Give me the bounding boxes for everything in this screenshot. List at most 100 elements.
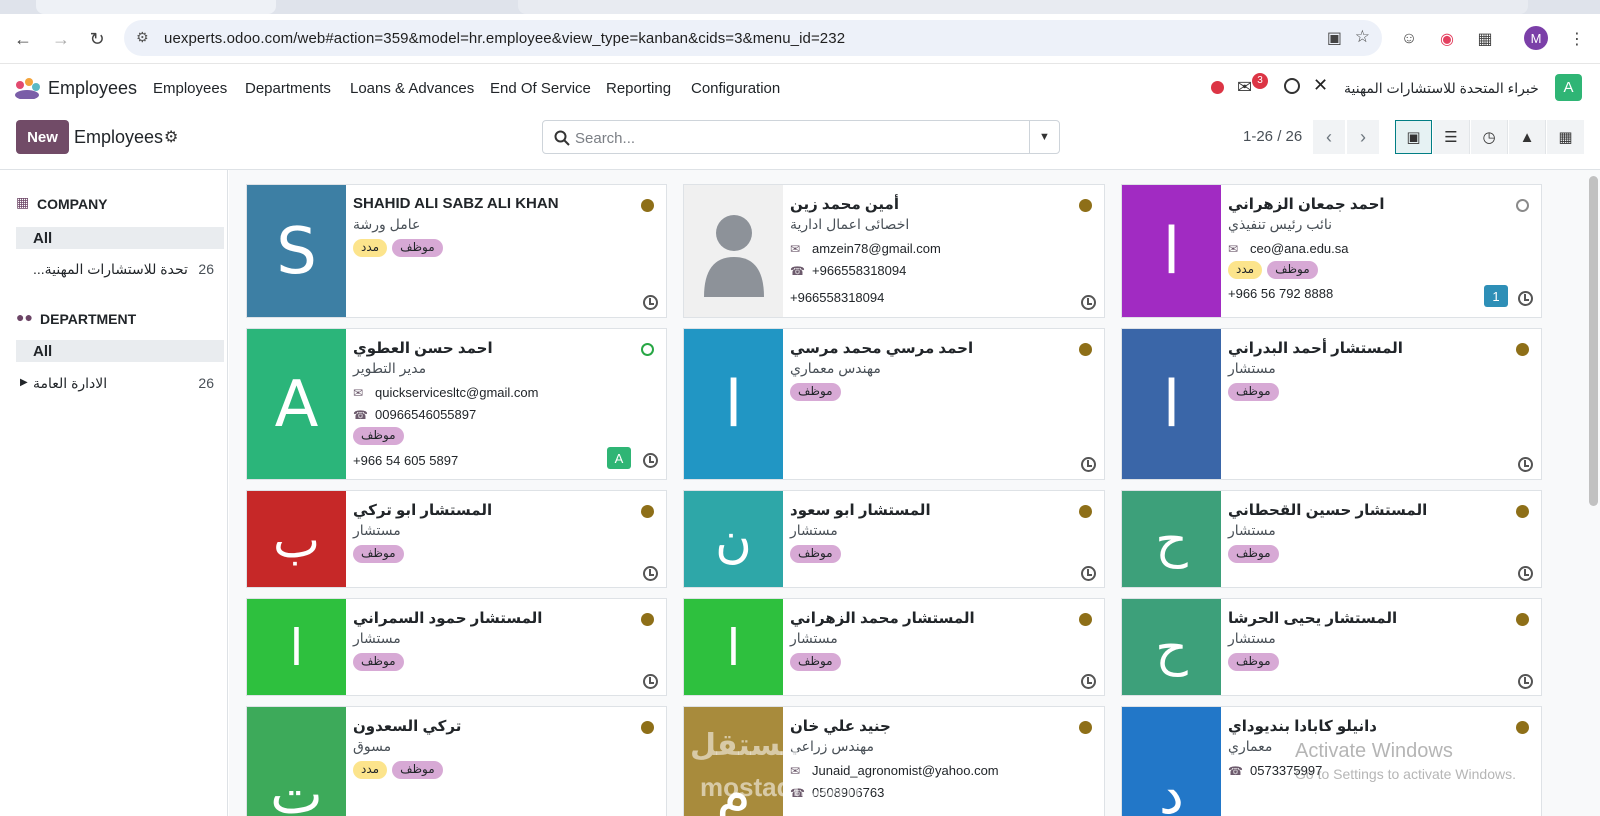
employee-card[interactable]: ن المستشار ابو سعود مستشار موظف bbox=[683, 490, 1105, 588]
reload-icon[interactable]: ↻ bbox=[86, 28, 108, 50]
recording-status-icon[interactable] bbox=[1211, 81, 1224, 94]
employee-name: جنيد علي خان bbox=[790, 718, 891, 735]
messages-icon[interactable]: ✉ bbox=[1237, 77, 1252, 98]
presence-status-icon bbox=[1079, 343, 1092, 356]
search-panel-sidebar: ▦ COMPANY All ...تحدة للاستشارات المهنية… bbox=[0, 170, 228, 816]
install-app-icon[interactable]: ▣ bbox=[1327, 28, 1342, 48]
employee-card[interactable]: ا المستشار حمود السمراني مستشار موظف bbox=[246, 598, 667, 696]
graph-view-button[interactable]: ▲ bbox=[1509, 120, 1546, 154]
employee-card[interactable]: ا المستشار محمد الزهراني مستشار موظف bbox=[683, 598, 1105, 696]
gear-icon[interactable]: ⚙ bbox=[164, 127, 178, 147]
employee-email[interactable]: ✉ quickservicesltc@gmail.com bbox=[353, 385, 538, 400]
presence-status-icon bbox=[1516, 343, 1529, 356]
profile-avatar[interactable]: M bbox=[1524, 26, 1548, 50]
user-avatar[interactable]: A bbox=[1555, 74, 1582, 101]
menu-loans-advances[interactable]: Loans & Advances bbox=[350, 80, 474, 97]
activity-clock-icon[interactable] bbox=[643, 674, 658, 689]
pager-value[interactable]: 1-26 / 26 bbox=[1243, 128, 1302, 145]
pager-previous-button[interactable]: ‹ bbox=[1313, 120, 1345, 154]
employee-job: مدير التطوير bbox=[353, 360, 427, 376]
site-settings-icon[interactable]: ⚙ bbox=[136, 29, 149, 46]
search-options-toggle[interactable]: ▼ bbox=[1029, 121, 1059, 153]
tag-employee: موظف bbox=[790, 383, 841, 401]
presence-status-icon bbox=[641, 721, 654, 734]
presence-status-icon bbox=[1079, 613, 1092, 626]
activity-clock-icon[interactable] bbox=[1081, 295, 1096, 310]
activity-clock-icon[interactable] bbox=[1081, 566, 1096, 581]
kanban-scrollbar[interactable] bbox=[1589, 176, 1598, 506]
employee-card[interactable]: ت تركي السعدون مسوق مدد موظف bbox=[246, 706, 667, 816]
activity-clock-icon[interactable] bbox=[1518, 457, 1533, 472]
activity-clock-icon[interactable] bbox=[1284, 78, 1300, 94]
activity-clock-icon[interactable] bbox=[1081, 674, 1096, 689]
tag-contractor: مدد bbox=[1228, 261, 1263, 279]
extension-color-icon[interactable]: ◉ bbox=[1436, 28, 1458, 50]
employee-card[interactable]: ا احمد جمعان الزهراني نائب رئيس تنفيذي ✉… bbox=[1121, 184, 1542, 318]
debug-tools-icon[interactable]: ✕ bbox=[1313, 75, 1328, 96]
menu-departments[interactable]: Departments bbox=[245, 80, 331, 97]
activity-clock-icon[interactable] bbox=[1081, 457, 1096, 472]
employee-tags: موظف bbox=[353, 653, 404, 671]
activity-clock-icon[interactable] bbox=[1518, 291, 1533, 306]
department-filter-all[interactable]: All bbox=[16, 340, 224, 362]
employee-avatar: A bbox=[247, 329, 346, 479]
menu-reporting[interactable]: Reporting bbox=[606, 80, 671, 97]
list-view-button[interactable]: ☰ bbox=[1433, 120, 1470, 154]
tag-contractor: مدد bbox=[353, 239, 388, 257]
breadcrumb: Employees bbox=[74, 127, 164, 147]
company-switcher[interactable]: خبراء المتحدة للاستشارات المهنية bbox=[1344, 80, 1539, 97]
employee-avatar: ب bbox=[247, 491, 346, 587]
phone-icon: ☎ bbox=[790, 264, 805, 278]
employee-card[interactable]: ح المستشار حسين القحطاني مستشار موظف bbox=[1121, 490, 1542, 588]
employee-card[interactable]: ح المستشار يحيى الحرشا مستشار موظف bbox=[1121, 598, 1542, 696]
employee-card[interactable]: A احمد حسن العطوي مدير التطوير ✉ quickser… bbox=[246, 328, 667, 480]
app-name[interactable]: Employees bbox=[48, 78, 137, 99]
new-button[interactable]: New bbox=[16, 120, 69, 154]
kanban-view-button[interactable]: ▣ bbox=[1395, 120, 1432, 154]
menu-employees[interactable]: Employees bbox=[153, 80, 227, 97]
employee-phone[interactable]: ☎ +966558318094 bbox=[790, 263, 906, 278]
department-filter-label: الادارة العامة bbox=[33, 375, 108, 391]
employee-card[interactable]: ا المستشار أحمد البدراني مستشار موظف bbox=[1121, 328, 1542, 480]
employee-card[interactable]: ا احمد مرسي محمد مرسي مهندس معماري موظف bbox=[683, 328, 1105, 480]
caret-right-icon[interactable]: ▶ bbox=[20, 377, 28, 388]
pivot-view-button[interactable]: ▦ bbox=[1547, 120, 1584, 154]
bookmark-star-icon[interactable]: ☆ bbox=[1355, 27, 1370, 47]
extension-avatar-icon[interactable]: ☺ bbox=[1398, 28, 1420, 50]
manager-avatar[interactable]: A bbox=[607, 447, 631, 469]
activity-view-button[interactable]: ◷ bbox=[1471, 120, 1508, 154]
browser-tab[interactable] bbox=[36, 0, 276, 14]
employee-job: مهندس معماري bbox=[790, 360, 881, 376]
employee-card[interactable]: أمين محمد زين اخصائى اعمال ادارية ✉ amzei… bbox=[683, 184, 1105, 318]
activity-clock-icon[interactable] bbox=[1518, 674, 1533, 689]
menu-end-of-service[interactable]: End Of Service bbox=[490, 80, 591, 97]
menu-configuration[interactable]: Configuration bbox=[691, 80, 780, 97]
employee-name: المستشار محمد الزهراني bbox=[790, 610, 975, 627]
employee-name: المستشار حسين القحطاني bbox=[1228, 502, 1428, 519]
address-bar[interactable]: ⚙ uexperts.odoo.com/web#action=359&model… bbox=[124, 20, 1382, 56]
employee-avatar: ح bbox=[1122, 599, 1221, 695]
back-icon[interactable]: ← bbox=[12, 28, 34, 50]
employee-email[interactable]: ✉ ceo@ana.edu.sa bbox=[1228, 241, 1349, 256]
employee-job: مستشار bbox=[1228, 360, 1276, 376]
activity-clock-icon[interactable] bbox=[643, 566, 658, 581]
activity-clock-icon[interactable] bbox=[643, 453, 658, 468]
company-filter-all[interactable]: All bbox=[16, 227, 224, 249]
app-logo-icon[interactable] bbox=[12, 77, 42, 99]
employee-card[interactable]: ب المستشار ابو تركي مستشار موظف bbox=[246, 490, 667, 588]
search-input[interactable] bbox=[575, 127, 1015, 149]
windows-activation-title: Activate Windows bbox=[1295, 740, 1453, 762]
extensions-puzzle-icon[interactable]: ▦ bbox=[1474, 28, 1496, 50]
pager-next-button[interactable]: › bbox=[1347, 120, 1379, 154]
employee-tags: موظف bbox=[353, 427, 404, 445]
employee-phone[interactable]: ☎ 00966546055897 bbox=[353, 407, 476, 422]
employee-card[interactable]: S SHAHID ALI SABZ ALI KHAN عامل ورشة مدد… bbox=[246, 184, 667, 318]
forward-icon[interactable]: → bbox=[50, 28, 72, 50]
browser-tab[interactable] bbox=[518, 0, 1528, 14]
browser-menu-icon[interactable]: ⋮ bbox=[1566, 28, 1588, 50]
activity-count-badge[interactable]: 1 bbox=[1484, 285, 1508, 307]
activity-clock-icon[interactable] bbox=[1518, 566, 1533, 581]
employee-email[interactable]: ✉ amzein78@gmail.com bbox=[790, 241, 941, 256]
activity-clock-icon[interactable] bbox=[643, 295, 658, 310]
employee-name: احمد مرسي محمد مرسي bbox=[790, 340, 974, 357]
